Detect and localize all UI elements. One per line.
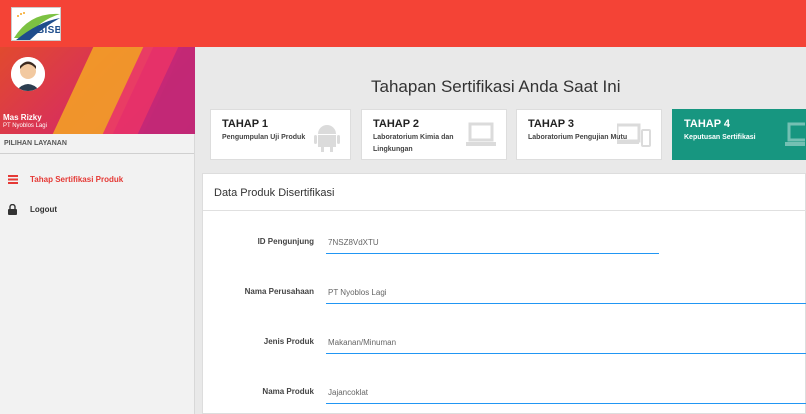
devices-icon: [615, 122, 651, 153]
field-underline: [326, 353, 806, 354]
field-label: Nama Produk: [262, 387, 314, 396]
section-divider: [0, 153, 194, 154]
sidebar-item-logout[interactable]: Logout: [0, 195, 194, 223]
profile-banner: Mas Rizky PT Nyoblos Lagi: [0, 47, 195, 134]
card-title: Data Produk Disertifikasi: [214, 187, 335, 199]
stage-title: TAHAP 4: [684, 118, 731, 130]
field-row-id-pengunjung: ID Pengunjung 7NSZ8VdXTU: [203, 229, 806, 259]
top-bar: BISBY: [0, 0, 806, 47]
stage-title: TAHAP 1: [222, 118, 269, 130]
laptop-icon: [785, 122, 805, 153]
field-row-jenis-produk: Jenis Produk Makanan/Minuman: [203, 329, 806, 359]
app-logo[interactable]: BISBY: [11, 7, 61, 41]
nama-produk-field[interactable]: Jajancoklat: [328, 388, 368, 397]
laptop-icon: [466, 122, 496, 153]
nama-perusahaan-field[interactable]: PT Nyoblos Lagi: [328, 288, 387, 297]
stage-card-1[interactable]: TAHAP 1 Pengumpulan Uji Produk: [210, 109, 351, 160]
page-title: Tahapan Sertifikasi Anda Saat Ini: [371, 77, 621, 96]
section-label: PILIHAN LAYANAN: [4, 140, 67, 147]
stage-card-4[interactable]: TAHAP 4 Keputusan Sertifikasi: [672, 109, 806, 160]
sidebar-item-label: Tahap Sertifikasi Produk: [30, 174, 124, 184]
field-label: Nama Perusahaan: [244, 287, 314, 296]
user-company: PT Nyoblos Lagi: [3, 123, 47, 129]
stage-card-2[interactable]: TAHAP 2 Laboratorium Kimia dan Lingkunga…: [361, 109, 507, 160]
field-row-nama-perusahaan: Nama Perusahaan PT Nyoblos Lagi: [203, 279, 806, 309]
jenis-produk-field[interactable]: Makanan/Minuman: [328, 338, 396, 347]
product-data-card: Data Produk Disertifikasi ID Pengunjung …: [202, 173, 806, 414]
sidebar-item-label: Logout: [30, 204, 58, 214]
list-icon: [8, 174, 30, 184]
card-divider: [203, 210, 806, 211]
stage-title: TAHAP 3: [528, 118, 575, 130]
stage-desc: Keputusan Sertifikasi: [684, 134, 756, 141]
user-name: Mas Rizky: [3, 113, 42, 122]
field-underline: [326, 303, 806, 304]
id-pengunjung-field[interactable]: 7NSZ8VdXTU: [328, 238, 379, 247]
field-underline: [326, 403, 806, 404]
sidebar-item-tahap-sertifikasi[interactable]: Tahap Sertifikasi Produk: [0, 165, 194, 193]
field-underline: [326, 253, 659, 254]
field-row-nama-produk: Nama Produk Jajancoklat: [203, 379, 806, 409]
user-avatar-icon: [11, 57, 45, 91]
sidebar: Mas Rizky PT Nyoblos Lagi PILIHAN LAYANA…: [0, 47, 195, 414]
stage-card-3[interactable]: TAHAP 3 Laboratorium Pengujian Mutu: [516, 109, 662, 160]
main-content: Tahapan Sertifikasi Anda Saat Ini TAHAP …: [196, 47, 806, 414]
stage-title: TAHAP 2: [373, 118, 420, 130]
android-icon: [314, 122, 340, 157]
lock-icon: [8, 203, 30, 215]
logo-text: BISBY: [37, 25, 60, 36]
stage-desc: Laboratorium Kimia dan Lingkungan: [373, 134, 454, 153]
field-label: ID Pengunjung: [257, 237, 314, 246]
field-label: Jenis Produk: [263, 337, 314, 346]
avatar[interactable]: [11, 57, 45, 91]
